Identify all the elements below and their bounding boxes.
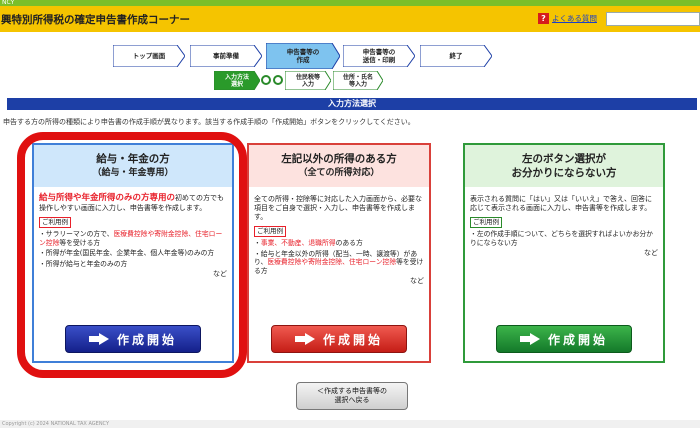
instruction-text: 申告する方の所得の種類により申告書の作成手順が異なります。該当する作成手順の「作… xyxy=(3,118,415,126)
step-top: トップ画面 xyxy=(113,45,185,67)
usage-label: ご利用例 xyxy=(470,217,502,228)
faq-link[interactable]: よくある質問 xyxy=(552,13,597,24)
card-subtitle: お分かりにならない方 xyxy=(511,167,617,179)
substep-label: 入力方法 選択 xyxy=(224,73,249,88)
card-lead: 全ての所得・控除等に対応した入力画面から、必要な項目をご自身で選択・入力し、申告… xyxy=(254,195,422,221)
item-highlight: 医療費控除や寄附金控除、住宅ローン控除 xyxy=(267,258,397,266)
start-button-label: 作成開始 xyxy=(547,332,608,347)
app-header: 興特別所得税の確定申告書作成コーナー ? よくある質問 xyxy=(0,6,700,32)
item-text: ・ xyxy=(254,239,261,247)
start-button-guide[interactable]: 作成開始 xyxy=(496,325,632,353)
etc-text: など xyxy=(644,249,658,257)
step-label: 終了 xyxy=(449,52,463,60)
usage-label: ご利用例 xyxy=(254,226,286,237)
arrow-right-icon xyxy=(519,333,540,345)
step-create: 申告書等の 作成 xyxy=(266,43,340,69)
card-title: 左記以外の所得のある方 xyxy=(281,153,397,165)
step-send-print: 申告書等の 送信・印刷 xyxy=(343,45,415,67)
help-icon[interactable]: ? xyxy=(538,13,549,24)
list-item: ・左の作成手順について、どちらを選択すればよいかお分かりにならない方 xyxy=(470,230,658,247)
step-label: 申告書等の 作成 xyxy=(286,48,320,64)
card-body: 全ての所得・控除等に対応した入力画面から、必要な項目をご自身で選択・入力し、申告… xyxy=(254,195,424,286)
card-subtitle: （全ての所得対応） xyxy=(298,168,380,178)
arrow-right-icon xyxy=(294,333,315,345)
item-text: のある方 xyxy=(335,239,363,247)
start-button-label: 作成開始 xyxy=(322,332,383,347)
start-button-other[interactable]: 作成開始 xyxy=(271,325,407,353)
card-header: 左記以外の所得のある方 （全ての所得対応） xyxy=(249,145,429,187)
progress-dot-icon xyxy=(261,75,271,85)
card-header: 左のボタン選択が お分かりにならない方 xyxy=(465,145,663,187)
substep-label: 住民税等 入力 xyxy=(295,73,320,88)
card-not-sure: 左のボタン選択が お分かりにならない方 表示される質問に「はい」又は「いいえ」で… xyxy=(463,143,665,363)
card-body: 表示される質問に「はい」又は「いいえ」で答え、回答に応じて表示される画面に入力し… xyxy=(470,195,658,258)
item-text: ・左の作成手順について、どちらを選択すればよいかお分かりにならない方 xyxy=(470,230,653,247)
usage-list: ・事業、不動産、退職所得のある方 ・給与と年金以外の所得（配当、一時、譲渡等）が… xyxy=(254,239,424,275)
progress-dot-icon xyxy=(273,75,283,85)
list-item: ・事業、不動産、退職所得のある方 xyxy=(254,239,424,248)
usage-list: ・左の作成手順について、どちらを選択すればよいかお分かりにならない方 xyxy=(470,230,658,247)
step-preparation: 事前準備 xyxy=(190,45,262,67)
substep-method: 入力方法 選択 xyxy=(214,71,260,90)
card-other-income: 左記以外の所得のある方 （全ての所得対応） 全ての所得・控除等に対応した入力画面… xyxy=(247,143,431,363)
section-title-bar: 入力方法選択 xyxy=(7,98,697,110)
step-label: 申告書等の 送信・印刷 xyxy=(362,48,396,64)
substep-label: 住所・氏名 等入力 xyxy=(342,73,373,88)
card-lead: 表示される質問に「はい」又は「いいえ」で答え、回答に応じて表示される画面に入力し… xyxy=(470,195,652,212)
card-title: 左のボタン選択が xyxy=(522,153,606,165)
etc-text: など xyxy=(410,277,424,285)
page-title: 興特別所得税の確定申告書作成コーナー xyxy=(1,13,190,26)
substep-address: 住所・氏名 等入力 xyxy=(333,71,383,90)
substep-resident-tax: 住民税等 入力 xyxy=(285,71,331,90)
step-finish: 終了 xyxy=(420,45,492,67)
search-input[interactable] xyxy=(606,12,700,26)
step-label: 事前準備 xyxy=(213,52,239,60)
list-item: ・給与と年金以外の所得（配当、一時、譲渡等）があり、医療費控除や寄附金控除、住宅… xyxy=(254,250,424,276)
footer-text: Copyright (c) 2024 NATIONAL TAX AGENCY xyxy=(0,420,700,428)
item-highlight: 事業、不動産、退職所得 xyxy=(260,239,336,247)
highlight-ring xyxy=(17,132,247,378)
step-label: トップ画面 xyxy=(132,52,166,60)
back-button[interactable]: ＜作成する申告書等の 選択へ戻る xyxy=(296,382,408,410)
faq-link-group[interactable]: ? よくある質問 xyxy=(538,13,597,24)
